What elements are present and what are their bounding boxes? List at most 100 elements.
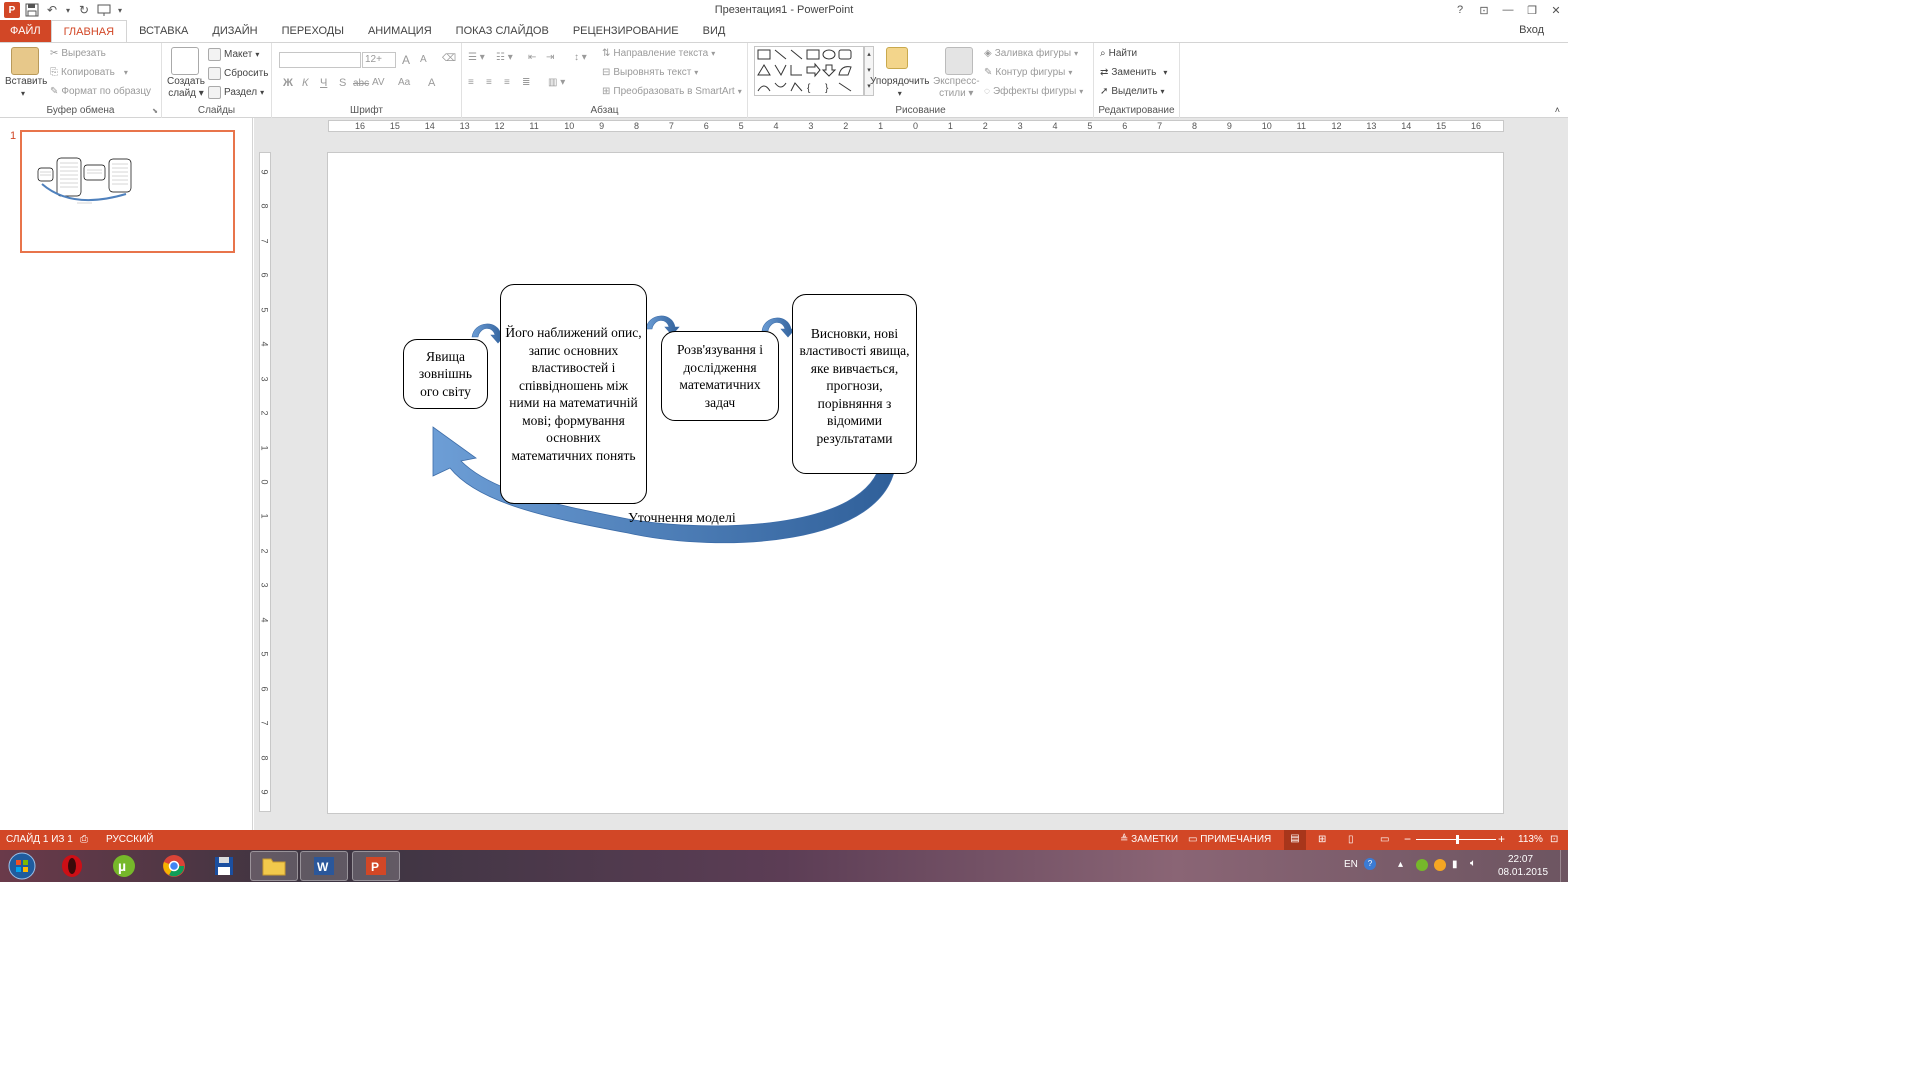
char-spacing-button[interactable]: AV (372, 77, 385, 88)
tab-review[interactable]: РЕЦЕНЗИРОВАНИЕ (561, 20, 691, 42)
shrink-font-button[interactable]: A (420, 54, 427, 65)
paste-dropdown-icon[interactable]: ▾ (21, 89, 25, 98)
minimize-icon[interactable]: — (1496, 0, 1520, 20)
help-tray-icon[interactable]: ? (1364, 858, 1376, 870)
columns-button[interactable]: ▥ ▾ (548, 77, 565, 88)
volume-tray-icon[interactable]: 🔈︎ (1470, 858, 1476, 869)
shape-effects-button[interactable]: ◌ Эффекты фигуры ▾ (984, 86, 1083, 97)
diagram-box-solving[interactable]: Розв'язування і дослідження математичних… (661, 331, 779, 421)
slide-counter[interactable]: СЛАЙД 1 ИЗ 1 (6, 834, 73, 845)
strikethrough-button[interactable]: abc (353, 78, 369, 89)
zoom-slider-thumb[interactable] (1456, 835, 1459, 844)
align-left-button[interactable]: ≡ (468, 77, 474, 88)
taskbar-powerpoint[interactable]: P (352, 851, 400, 881)
paste-icon[interactable] (11, 47, 39, 75)
zoom-out-button[interactable]: − (1404, 832, 1411, 846)
font-size-combo[interactable]: 12+ (362, 52, 396, 68)
shapes-gallery[interactable]: {} (754, 46, 864, 96)
shape-outline-button[interactable]: ✎ Контур фигуры ▾ (984, 67, 1072, 78)
fit-slide-icon[interactable]: ⊡ (1550, 834, 1558, 845)
clock-time[interactable]: 22:07 (1508, 854, 1533, 865)
italic-button[interactable]: К (302, 77, 308, 89)
numbering-button[interactable]: ☷ ▾ (496, 52, 513, 63)
zoom-level[interactable]: 113% (1518, 834, 1543, 845)
quick-styles-button[interactable]: Экспресс- стили ▾ (933, 76, 980, 100)
smartart-button[interactable]: ⊞ Преобразовать в SmartArt ▾ (602, 86, 742, 97)
tab-view[interactable]: ВИД (691, 20, 738, 42)
bold-button[interactable]: Ж (283, 77, 293, 89)
taskbar-chrome[interactable] (150, 851, 198, 881)
copy-button[interactable]: ⎘ Копировать ▾ (50, 67, 128, 78)
cut-button[interactable]: ✂ Вырезать (50, 48, 106, 59)
slide-thumbnail[interactable] (20, 130, 235, 253)
tab-insert[interactable]: ВСТАВКА (127, 20, 200, 42)
arrange-icon[interactable] (886, 47, 908, 69)
comments-button[interactable]: ▭ ПРИМЕЧАНИЯ (1188, 834, 1271, 845)
maximize-icon[interactable]: ❐ (1520, 0, 1544, 20)
reading-view-icon[interactable]: ▯ (1348, 834, 1354, 845)
new-slide-button[interactable]: Создать слайд ▾ (167, 76, 205, 100)
align-text-button[interactable]: ⊟ Выровнять текст ▾ (602, 67, 698, 78)
taskbar-word[interactable]: W (300, 851, 348, 881)
taskbar-explorer[interactable] (250, 851, 298, 881)
layout-button[interactable]: Макет ▾ (208, 48, 259, 61)
line-spacing-button[interactable]: ↕ ▾ (574, 52, 587, 63)
increase-indent-button[interactable]: ⇥ (546, 52, 554, 63)
spellcheck-icon[interactable]: ⎙ (80, 834, 88, 845)
slideshow-view-icon[interactable]: ▭ (1380, 834, 1389, 845)
tab-file[interactable]: ФАЙЛ (0, 20, 51, 42)
paste-button[interactable]: Вставить (5, 76, 47, 87)
utorrent-tray-icon[interactable] (1416, 859, 1428, 871)
clipboard-launcher-icon[interactable]: ⬊ (152, 107, 158, 115)
grow-font-button[interactable]: A (402, 53, 410, 67)
replace-button[interactable]: ⇄ Заменить ▾ (1100, 67, 1167, 78)
text-direction-button[interactable]: ⇅ Направление текста ▾ (602, 48, 715, 59)
taskbar-save-app[interactable] (200, 851, 248, 881)
tab-slideshow[interactable]: ПОКАЗ СЛАЙДОВ (444, 20, 561, 42)
reset-button[interactable]: Сбросить (208, 67, 268, 80)
section-button[interactable]: Раздел ▾ (208, 86, 264, 99)
new-slide-icon[interactable] (171, 47, 199, 75)
zoom-in-button[interactable]: + (1498, 832, 1505, 846)
format-painter-button[interactable]: ✎ Формат по образцу (50, 86, 151, 97)
antivirus-tray-icon[interactable] (1434, 859, 1446, 871)
notes-button[interactable]: ≜ ЗАМЕТКИ (1120, 834, 1178, 845)
shape-fill-button[interactable]: ◈ Заливка фигуры ▾ (984, 48, 1078, 59)
diagram-box-conclusions[interactable]: Висновки, нові властивості явища, яке ви… (792, 294, 917, 474)
clock-date[interactable]: 08.01.2015 (1498, 867, 1548, 878)
sign-in-link[interactable]: Вход (1519, 24, 1544, 36)
start-button[interactable] (0, 851, 44, 881)
tab-animations[interactable]: АНИМАЦИЯ (356, 20, 444, 42)
slide-canvas[interactable]: Явища зовнішнь ого світу Його наближений… (327, 152, 1504, 814)
clear-format-icon[interactable]: ⌫ (442, 53, 456, 64)
taskbar-opera[interactable] (48, 851, 96, 881)
diagram-box-description[interactable]: Його наближений опис, запис основних вла… (500, 284, 647, 504)
diagram-box-phenomena[interactable]: Явища зовнішнь ого світу (403, 339, 488, 409)
change-case-button[interactable]: Aa (398, 77, 410, 88)
collapse-ribbon-icon[interactable]: ˄ (1555, 105, 1560, 115)
ribbon-display-icon[interactable]: ⊡ (1472, 0, 1496, 20)
normal-view-icon[interactable]: ▤ (1284, 830, 1306, 850)
feedback-label[interactable]: Уточнення моделі (628, 511, 736, 527)
input-language[interactable]: EN (1344, 859, 1358, 870)
font-color-button[interactable]: A (428, 77, 435, 89)
close-icon[interactable]: ✕ (1544, 0, 1568, 20)
help-icon[interactable]: ? (1448, 0, 1472, 20)
align-center-button[interactable]: ≡ (486, 77, 492, 88)
language-indicator[interactable]: РУССКИЙ (106, 834, 153, 845)
slide-sorter-icon[interactable]: ⊞ (1318, 834, 1326, 845)
select-button[interactable]: ➚ Выделить ▾ (1100, 86, 1165, 97)
tab-home[interactable]: ГЛАВНАЯ (50, 20, 128, 42)
shadow-button[interactable]: S (339, 77, 346, 89)
arrange-button[interactable]: Упорядочить ▾ (870, 76, 930, 100)
underline-button[interactable]: Ч (320, 77, 327, 89)
network-tray-icon[interactable]: ▮ (1452, 859, 1458, 870)
notifications-chevron-icon[interactable]: ▴ (1398, 859, 1403, 870)
tab-design[interactable]: ДИЗАЙН (200, 20, 269, 42)
decrease-indent-button[interactable]: ⇤ (528, 52, 536, 63)
quick-styles-icon[interactable] (945, 47, 973, 75)
justify-button[interactable]: ≣ (522, 77, 530, 88)
align-right-button[interactable]: ≡ (504, 77, 510, 88)
tab-transitions[interactable]: ПЕРЕХОДЫ (270, 20, 356, 42)
show-desktop-button[interactable] (1560, 850, 1568, 882)
